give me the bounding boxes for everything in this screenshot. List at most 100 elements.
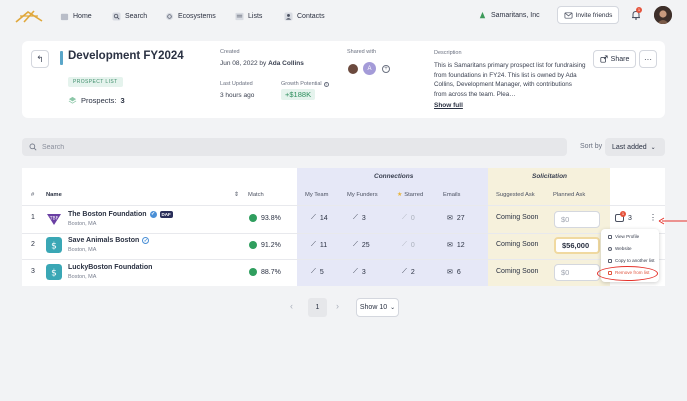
org-name[interactable]: LuckyBoston Foundation [68,264,152,271]
my-funders-cell[interactable]: ⟋ 3 [353,214,366,222]
my-funders-value: 25 [361,241,370,249]
samaritans-logo-icon [479,11,486,19]
planned-ask-input[interactable]: $56,000 [554,237,600,254]
page-size-select[interactable]: Show 10 ⌄ [356,298,399,317]
comment-badge: 1 [620,211,626,217]
org-location: Boston, MA [68,274,97,280]
connection-icon: ⟋ [353,268,358,275]
comments-cell[interactable]: 1 3 [615,211,632,222]
nav-lists[interactable]: Lists [235,11,262,21]
invite-icon [564,11,573,19]
my-team-value: 14 [319,214,328,222]
menu-view-profile[interactable]: View Profile [608,234,639,239]
col-suggested-ask[interactable]: Suggested Ask [496,192,535,198]
share-button[interactable]: Share [593,50,636,68]
prev-page-button[interactable]: ‹ [290,301,293,311]
last-updated-label: Last Updated [220,81,253,87]
org-name-cell[interactable]: The Boston Foundation ✓ DAF [68,211,173,218]
match-score-icon [249,214,257,222]
nav-ecosystems[interactable]: Ecosystems [165,11,216,21]
comment-icon: 1 [615,211,626,222]
chevron-down-icon: ⌄ [650,144,656,151]
show-full-link[interactable]: Show full [434,102,463,109]
verified-outline-icon: ✓ [142,237,150,244]
more-options-button[interactable]: ··· [639,50,657,68]
created-by-word: by [259,60,267,67]
daf-badge: DAF [159,211,173,218]
my-funders-cell[interactable]: ⟋ 25 [353,241,370,249]
emails-cell[interactable]: ✉ 12 [447,241,465,250]
starred-cell[interactable]: ⟋ 2 [402,268,415,276]
add-collaborator-icon[interactable]: + [382,65,390,73]
col-starred[interactable]: ★ Starred [397,192,423,198]
nav-lists-label: Lists [248,12,263,20]
shared-user-avatar[interactable] [347,63,359,75]
profile-icon [608,234,612,239]
nav-search[interactable]: Search [112,11,147,21]
menu-website[interactable]: Website [608,246,632,251]
emails-cell[interactable]: ✉ 27 [447,214,465,223]
col-name[interactable]: Name [46,192,62,198]
col-my-team[interactable]: My Team [305,192,328,198]
boston-foundation-logo: TBF [47,214,61,225]
match-value: 93.8% [261,214,281,222]
info-icon[interactable]: ? [323,81,329,87]
created-label: Created [220,49,240,55]
menu-copy-to-list[interactable]: Copy to another list [608,258,655,263]
top-navigation: Home Search Ecosystems Lists Contacts Sa… [0,0,687,32]
col-num: # [31,192,35,198]
col-planned-ask[interactable]: Planned Ask [553,192,585,198]
planned-ask-input[interactable]: $0 [554,264,600,281]
emails-cell[interactable]: ✉ 6 [447,268,461,277]
col-emails[interactable]: Emails [443,192,460,198]
org-name-cell[interactable]: Save Animals Boston ✓ [68,237,150,244]
org-location: Boston, MA [68,247,97,253]
my-team-cell[interactable]: ⟋ 14 [311,214,328,222]
nav-home-label: Home [73,12,92,20]
my-team-cell[interactable]: ⟋ 11 [311,241,327,249]
search-input[interactable] [42,143,542,151]
notification-badge: 1 [636,7,642,13]
back-button[interactable]: ↰ [31,50,49,68]
shared-with-label: Shared with [347,49,377,55]
mail-icon: ✉ [447,215,453,222]
row-menu-button[interactable]: ⋮ [649,213,657,222]
user-avatar[interactable] [654,6,672,24]
search-bar[interactable] [22,138,567,156]
prospects-count: Prospects: 3 [68,96,125,105]
my-funders-value: 3 [361,214,366,222]
org-switcher[interactable]: Samaritans, Inc [478,11,540,20]
col-starred-label: Starred [404,192,424,198]
starred-value: 0 [410,214,415,222]
prospects-table: Connections Solicitation # Name ⇕ Match … [22,168,665,286]
growth-potential-value: +$188K [281,89,316,100]
shared-user-initial-avatar[interactable]: A [363,62,376,75]
page-title: Development FY2024 [68,50,184,62]
sort-by-select[interactable]: Last added ⌄ [605,138,665,156]
starred-cell[interactable]: ⟋ 0 [402,241,415,249]
my-funders-cell[interactable]: ⟋ 3 [353,268,366,276]
match-cell: 91.2% [249,241,281,249]
nav-contacts[interactable]: Contacts [284,11,325,21]
prospects-value: 3 [120,96,125,105]
nav-home[interactable]: Home [60,11,92,21]
growth-potential-label-wrap: Growth Potential ? [281,81,329,87]
list-header-card: ↰ Development FY2024 PROSPECT LIST Prosp… [22,41,665,118]
share-label: Share [610,55,630,63]
growth-potential-label: Growth Potential [281,81,322,87]
app-logo[interactable] [14,7,44,25]
sort-toggle-icon[interactable]: ⇕ [234,191,239,198]
next-page-button[interactable]: › [336,301,339,311]
page-number-button[interactable]: 1 [308,298,327,317]
org-name: The Boston Foundation [68,211,147,218]
org-name: Save Animals Boston [68,237,140,244]
col-match[interactable]: Match [248,192,264,198]
planned-ask-input[interactable]: $0 [554,211,600,228]
starred-cell[interactable]: ⟋ 0 [402,214,415,222]
svg-text:$: $ [51,242,57,252]
globe-icon [608,246,612,251]
sort-by-label: Sort by [580,143,603,150]
col-my-funders[interactable]: My Funders [347,192,378,198]
invite-friends-button[interactable]: Invite friends [557,6,619,24]
my-team-cell[interactable]: ⟋ 5 [311,268,324,276]
